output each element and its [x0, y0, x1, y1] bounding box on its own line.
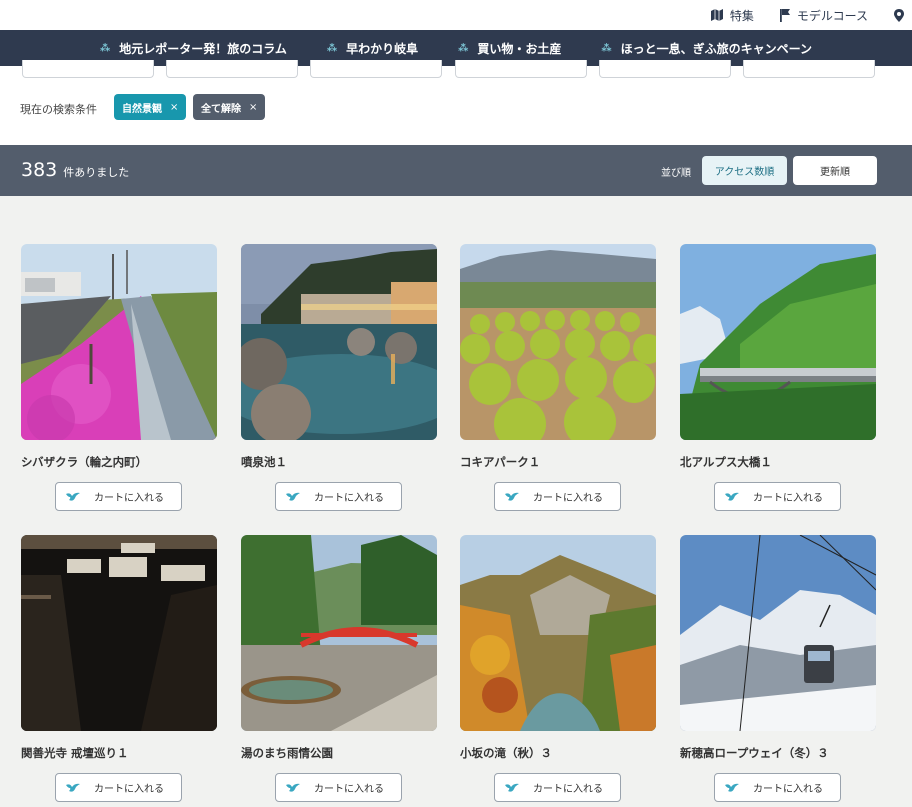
- dots-icon: ⁂: [326, 42, 337, 54]
- spot-title[interactable]: 小坂の滝（秋）３: [460, 745, 680, 761]
- add-to-cart-label: カートに入れる: [314, 493, 384, 504]
- filter-panel: 現在の検索条件 自然景観 × 全て解除 ×: [0, 60, 912, 145]
- add-to-cart-label: カートに入れる: [753, 784, 823, 795]
- spot-title[interactable]: 関善光寺 戒壇巡り１: [21, 745, 241, 761]
- nav-item-label: 買い物・お土産: [477, 41, 562, 56]
- pink-moss-phlox-field-image[interactable]: [21, 244, 217, 440]
- add-to-cart-label: カートに入れる: [753, 493, 823, 504]
- dark-temple-stairway-image[interactable]: [21, 535, 217, 731]
- spot-card[interactable]: コキアパーク１ カートに入れる: [460, 244, 656, 511]
- spot-title[interactable]: コキアパーク１: [460, 454, 680, 470]
- bird-icon: [505, 783, 519, 792]
- add-to-cart-label: カートに入れる: [94, 493, 164, 504]
- flag-icon: [779, 8, 790, 22]
- dots-icon: ⁂: [99, 42, 110, 54]
- add-to-cart-button[interactable]: カートに入れる: [494, 482, 621, 511]
- feature-link[interactable]: 特集: [710, 7, 754, 24]
- spot-card[interactable]: 小坂の滝（秋）３ カートに入れる: [460, 535, 656, 802]
- chip-nature-scenery[interactable]: 自然景観 ×: [114, 94, 187, 120]
- nav-item-label: 地元レポーター発！旅のコラム: [119, 41, 287, 56]
- filter-select[interactable]: [22, 60, 154, 78]
- autumn-gorge-image[interactable]: [460, 535, 656, 731]
- add-to-cart-button[interactable]: カートに入れる: [494, 773, 621, 802]
- kochia-park-image[interactable]: [460, 244, 656, 440]
- map-icon: [710, 9, 723, 21]
- spot-title[interactable]: シバザクラ（輪之内町）: [21, 454, 241, 470]
- add-to-cart-label: カートに入れる: [94, 784, 164, 795]
- add-to-cart-label: カートに入れる: [533, 493, 603, 504]
- location-pin-icon: [894, 8, 904, 22]
- close-icon[interactable]: ×: [170, 102, 178, 113]
- chip-label: 自然景観: [122, 103, 162, 115]
- add-to-cart-button[interactable]: カートに入れる: [275, 482, 402, 511]
- sort-label: 並び順: [661, 168, 691, 179]
- filter-select[interactable]: [599, 60, 731, 78]
- dots-icon: ⁂: [601, 42, 611, 54]
- result-count-number: 383: [21, 159, 58, 181]
- bridge-in-green-mountains-image[interactable]: [680, 244, 876, 440]
- nav-item-label: 早わかり岐阜: [346, 41, 419, 56]
- search-conditions-label: 現在の検索条件: [20, 103, 97, 116]
- dots-icon: ⁂: [458, 42, 468, 54]
- bird-icon: [286, 492, 300, 501]
- spot-card[interactable]: 噴泉池１ カートに入れる: [241, 244, 437, 511]
- add-to-cart-button[interactable]: カートに入れる: [714, 482, 841, 511]
- spot-title[interactable]: 噴泉池１: [241, 454, 461, 470]
- spot-card[interactable]: 湯のまち雨情公園 カートに入れる: [241, 535, 437, 802]
- model-course-link-label: モデルコース: [796, 8, 868, 23]
- spot-card[interactable]: 新穂高ロープウェイ（冬）３ カートに入れる: [680, 535, 876, 802]
- nav-item-label: ほっと一息、ぎふ旅のキャンペーン: [620, 41, 813, 56]
- results-bar: 383 件ありました 並び順 アクセス数順 更新順: [0, 145, 912, 196]
- add-to-cart-label: カートに入れる: [533, 784, 603, 795]
- close-icon[interactable]: ×: [249, 102, 257, 113]
- bird-icon: [66, 492, 80, 501]
- model-course-link[interactable]: モデルコース: [779, 7, 868, 24]
- add-to-cart-button[interactable]: カートに入れる: [55, 773, 182, 802]
- filter-select[interactable]: [310, 60, 442, 78]
- add-to-cart-button[interactable]: カートに入れる: [714, 773, 841, 802]
- filter-select[interactable]: [166, 60, 298, 78]
- add-to-cart-button[interactable]: カートに入れる: [275, 773, 402, 802]
- bird-icon: [505, 492, 519, 501]
- spot-title[interactable]: 新穂高ロープウェイ（冬）３: [680, 745, 900, 761]
- utility-bar: 特集 モデルコース: [0, 0, 912, 30]
- spot-title[interactable]: 湯のまち雨情公園: [241, 745, 461, 761]
- hot-spring-pool-at-dusk-image[interactable]: [241, 244, 437, 440]
- add-to-cart-label: カートに入れる: [314, 784, 384, 795]
- chip-clear-all[interactable]: 全て解除 ×: [193, 94, 266, 120]
- spot-card[interactable]: 北アルプス大橋１ カートに入れる: [680, 244, 876, 511]
- spot-title[interactable]: 北アルプス大橋１: [680, 454, 900, 470]
- nav-item-column[interactable]: ⁂ 地元レポーター発！旅のコラム: [100, 40, 287, 57]
- spot-card[interactable]: シバザクラ（輪之内町） カートに入れる: [21, 244, 217, 511]
- result-count-suffix: 件ありました: [63, 166, 130, 179]
- result-count: 383 件ありました: [21, 159, 129, 181]
- nav-item-gifu-guide[interactable]: ⁂ 早わかり岐阜: [327, 40, 418, 57]
- feature-link-label: 特集: [729, 8, 754, 23]
- nav-item-shopping[interactable]: ⁂ 買い物・お土産: [458, 40, 561, 57]
- spot-card[interactable]: 関善光寺 戒壇巡り１ カートに入れる: [21, 535, 217, 802]
- bird-icon: [66, 783, 80, 792]
- nav-item-campaign[interactable]: ⁂ ほっと一息、ぎふ旅のキャンペーン: [601, 40, 812, 57]
- location-link[interactable]: [894, 8, 904, 22]
- bird-icon: [725, 783, 739, 792]
- chip-label: 全て解除: [201, 103, 241, 115]
- add-to-cart-button[interactable]: カートに入れる: [55, 482, 182, 511]
- sort-by-access-button[interactable]: アクセス数順: [702, 156, 787, 185]
- filter-select[interactable]: [455, 60, 587, 78]
- bird-icon: [725, 492, 739, 501]
- sort-by-updated-button[interactable]: 更新順: [793, 156, 877, 185]
- ropeway-snowy-mountains-image[interactable]: [680, 535, 876, 731]
- park-with-red-bridge-image[interactable]: [241, 535, 437, 731]
- bird-icon: [286, 783, 300, 792]
- filter-search-select[interactable]: [743, 60, 875, 78]
